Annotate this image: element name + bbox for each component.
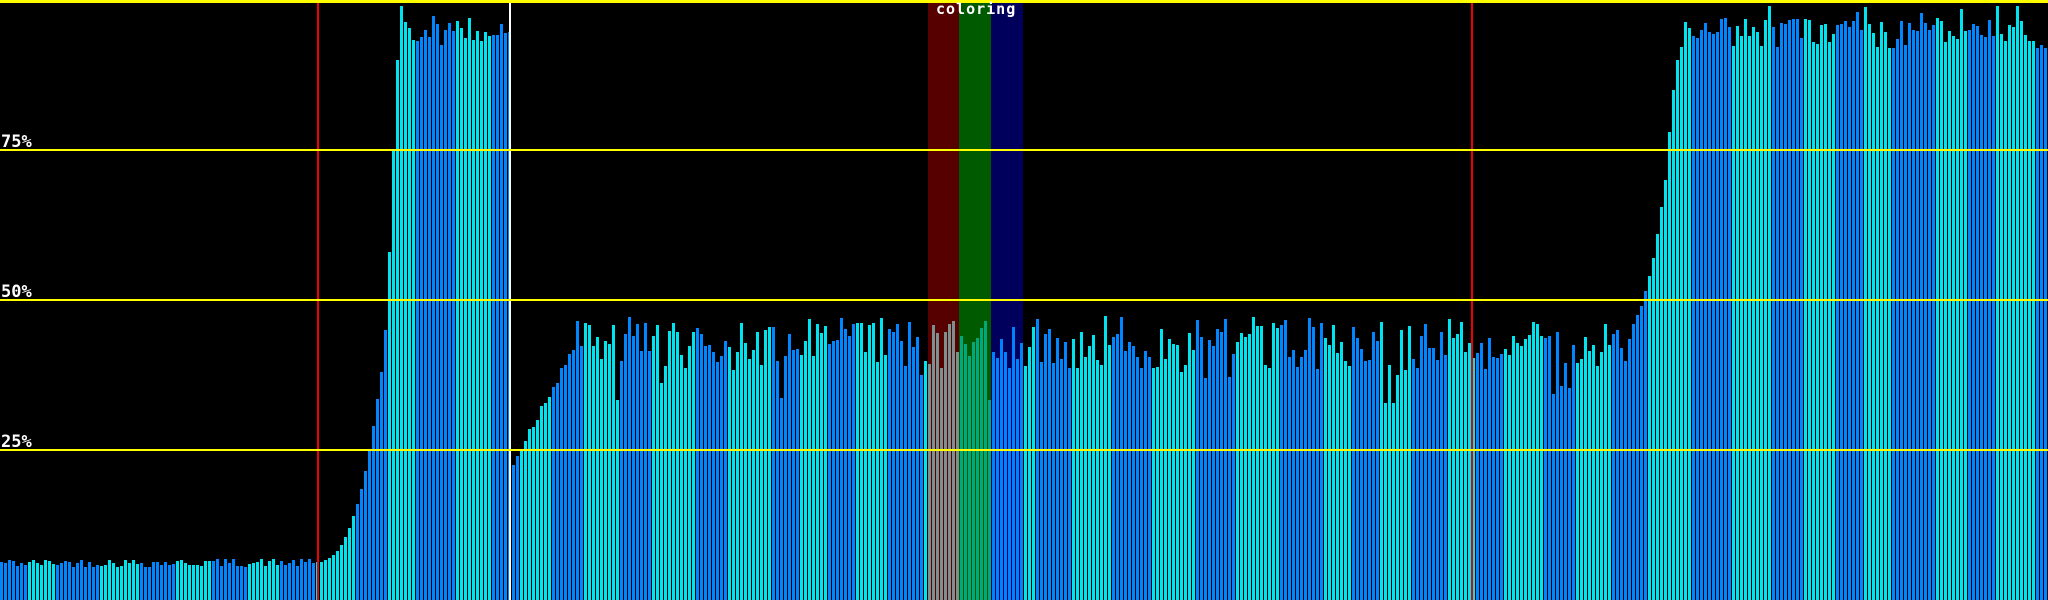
y-axis-labels: 75% 50% 25% bbox=[0, 0, 2048, 600]
frametime-graph: 75% 50% 25% coloring bbox=[0, 0, 2048, 600]
y-axis-label-50: 50% bbox=[1, 284, 32, 301]
y-axis-label-25: 25% bbox=[1, 434, 32, 451]
coloring-label: coloring bbox=[936, 2, 1016, 17]
y-axis-label-75: 75% bbox=[1, 134, 32, 151]
